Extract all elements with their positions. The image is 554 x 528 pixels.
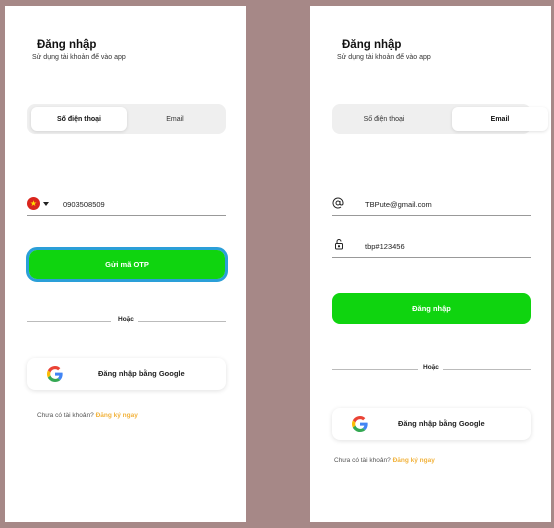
login-method-tabs: Số điện thoại Email [27, 104, 226, 134]
login-method-tabs: Số điện thoại Email [332, 104, 548, 134]
password-field[interactable]: tbp#123456 [332, 236, 531, 258]
divider-line [443, 369, 531, 370]
chevron-down-icon[interactable] [43, 202, 49, 206]
password-input[interactable]: tbp#123456 [365, 242, 405, 251]
or-divider: Hoặc [27, 316, 226, 326]
tab-email[interactable]: Email [127, 107, 223, 131]
page-title: Đăng nhập [342, 39, 402, 51]
tab-phone[interactable]: Số điện thoại [336, 107, 432, 131]
or-divider: Hoặc [332, 364, 531, 374]
signup-link[interactable]: Đăng ký ngay [96, 412, 138, 419]
email-field[interactable]: TBPute@gmail.com [332, 194, 531, 216]
google-icon [47, 366, 63, 382]
signup-prompt: Chưa có tài khoản? Đăng ký ngay [37, 412, 138, 419]
signup-prompt-text: Chưa có tài khoản? [334, 457, 391, 464]
divider-line [332, 369, 418, 370]
login-button[interactable]: Đăng nhập [332, 293, 531, 324]
vietnam-flag-icon[interactable]: ★ [27, 197, 40, 210]
or-label: Hoặc [118, 316, 134, 323]
tab-email[interactable]: Email [452, 107, 548, 131]
phone-login-screen: Đăng nhập Sử dụng tài khoản để vào app S… [5, 6, 246, 522]
google-login-label: Đăng nhập bằng Google [398, 419, 485, 428]
page-subtitle: Sử dụng tài khoản để vào app [337, 54, 431, 61]
or-label: Hoặc [423, 364, 439, 371]
google-icon [352, 416, 368, 432]
signup-link[interactable]: Đăng ký ngay [393, 457, 435, 464]
page-subtitle: Sử dụng tài khoản để vào app [32, 54, 126, 61]
email-input[interactable]: TBPute@gmail.com [365, 200, 432, 209]
divider-line [27, 321, 111, 322]
email-login-screen: Đăng nhập Sử dụng tài khoản để vào app S… [310, 6, 551, 522]
page-title: Đăng nhập [37, 39, 97, 51]
divider-line [138, 321, 226, 322]
tab-phone[interactable]: Số điện thoại [31, 107, 127, 131]
at-sign-icon [332, 197, 344, 209]
google-login-button[interactable]: Đăng nhập bằng Google [27, 358, 226, 390]
google-login-label: Đăng nhập bằng Google [98, 369, 185, 378]
phone-field[interactable]: ★ 0903508509 [27, 194, 226, 216]
send-otp-button[interactable]: Gửi mã OTP [26, 247, 228, 282]
lock-icon [335, 239, 343, 250]
google-login-button[interactable]: Đăng nhập bằng Google [332, 408, 531, 440]
signup-prompt: Chưa có tài khoản? Đăng ký ngay [334, 457, 435, 464]
signup-prompt-text: Chưa có tài khoản? [37, 412, 94, 419]
phone-input[interactable]: 0903508509 [63, 200, 105, 209]
